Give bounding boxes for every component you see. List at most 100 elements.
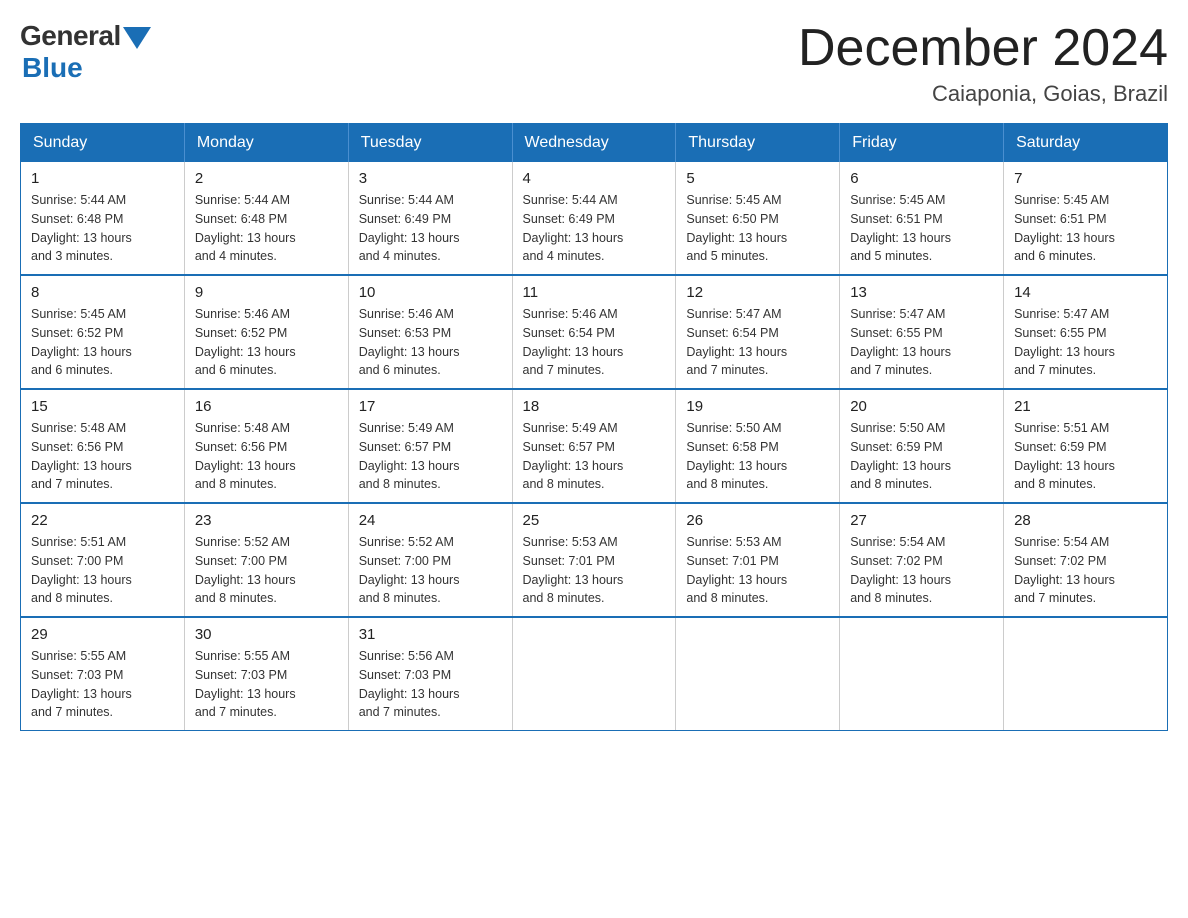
day-cell: 15 Sunrise: 5:48 AM Sunset: 6:56 PM Dayl… [21,389,185,503]
logo-triangle-icon [123,27,151,49]
day-cell: 25 Sunrise: 5:53 AM Sunset: 7:01 PM Dayl… [512,503,676,617]
day-number: 18 [523,398,666,415]
day-info: Sunrise: 5:54 AM Sunset: 7:02 PM Dayligh… [850,533,993,608]
day-cell: 19 Sunrise: 5:50 AM Sunset: 6:58 PM Dayl… [676,389,840,503]
day-info: Sunrise: 5:53 AM Sunset: 7:01 PM Dayligh… [523,533,666,608]
day-number: 3 [359,170,502,187]
day-number: 14 [1014,284,1157,301]
day-info: Sunrise: 5:51 AM Sunset: 6:59 PM Dayligh… [1014,419,1157,494]
calendar-location: Caiaponia, Goias, Brazil [798,81,1168,107]
day-info: Sunrise: 5:45 AM Sunset: 6:51 PM Dayligh… [1014,191,1157,266]
header-thursday: Thursday [676,124,840,163]
day-cell: 27 Sunrise: 5:54 AM Sunset: 7:02 PM Dayl… [840,503,1004,617]
day-info: Sunrise: 5:45 AM Sunset: 6:50 PM Dayligh… [686,191,829,266]
header-row: SundayMondayTuesdayWednesdayThursdayFrid… [21,124,1168,163]
day-cell: 24 Sunrise: 5:52 AM Sunset: 7:00 PM Dayl… [348,503,512,617]
header-monday: Monday [184,124,348,163]
logo-general-text: General [20,20,121,52]
day-number: 31 [359,626,502,643]
day-cell: 4 Sunrise: 5:44 AM Sunset: 6:49 PM Dayli… [512,162,676,275]
page-header: General Blue December 2024 Caiaponia, Go… [20,20,1168,107]
week-row-4: 22 Sunrise: 5:51 AM Sunset: 7:00 PM Dayl… [21,503,1168,617]
day-cell: 9 Sunrise: 5:46 AM Sunset: 6:52 PM Dayli… [184,275,348,389]
day-info: Sunrise: 5:49 AM Sunset: 6:57 PM Dayligh… [359,419,502,494]
day-number: 16 [195,398,338,415]
day-number: 1 [31,170,174,187]
day-cell: 22 Sunrise: 5:51 AM Sunset: 7:00 PM Dayl… [21,503,185,617]
day-cell: 11 Sunrise: 5:46 AM Sunset: 6:54 PM Dayl… [512,275,676,389]
day-cell: 6 Sunrise: 5:45 AM Sunset: 6:51 PM Dayli… [840,162,1004,275]
day-cell: 10 Sunrise: 5:46 AM Sunset: 6:53 PM Dayl… [348,275,512,389]
header-wednesday: Wednesday [512,124,676,163]
calendar-body: 1 Sunrise: 5:44 AM Sunset: 6:48 PM Dayli… [21,162,1168,731]
day-number: 25 [523,512,666,529]
day-cell: 28 Sunrise: 5:54 AM Sunset: 7:02 PM Dayl… [1004,503,1168,617]
day-info: Sunrise: 5:48 AM Sunset: 6:56 PM Dayligh… [31,419,174,494]
day-number: 12 [686,284,829,301]
logo: General Blue [20,20,151,84]
day-number: 21 [1014,398,1157,415]
day-number: 23 [195,512,338,529]
day-info: Sunrise: 5:45 AM Sunset: 6:51 PM Dayligh… [850,191,993,266]
day-cell [512,617,676,731]
day-cell: 8 Sunrise: 5:45 AM Sunset: 6:52 PM Dayli… [21,275,185,389]
day-cell: 29 Sunrise: 5:55 AM Sunset: 7:03 PM Dayl… [21,617,185,731]
day-number: 8 [31,284,174,301]
day-number: 2 [195,170,338,187]
day-info: Sunrise: 5:50 AM Sunset: 6:58 PM Dayligh… [686,419,829,494]
day-info: Sunrise: 5:56 AM Sunset: 7:03 PM Dayligh… [359,647,502,722]
day-number: 28 [1014,512,1157,529]
day-number: 11 [523,284,666,301]
header-friday: Friday [840,124,1004,163]
day-cell: 14 Sunrise: 5:47 AM Sunset: 6:55 PM Dayl… [1004,275,1168,389]
day-cell: 18 Sunrise: 5:49 AM Sunset: 6:57 PM Dayl… [512,389,676,503]
day-info: Sunrise: 5:54 AM Sunset: 7:02 PM Dayligh… [1014,533,1157,608]
day-cell: 16 Sunrise: 5:48 AM Sunset: 6:56 PM Dayl… [184,389,348,503]
day-number: 5 [686,170,829,187]
day-cell: 7 Sunrise: 5:45 AM Sunset: 6:51 PM Dayli… [1004,162,1168,275]
day-cell: 13 Sunrise: 5:47 AM Sunset: 6:55 PM Dayl… [840,275,1004,389]
day-cell: 12 Sunrise: 5:47 AM Sunset: 6:54 PM Dayl… [676,275,840,389]
day-info: Sunrise: 5:45 AM Sunset: 6:52 PM Dayligh… [31,305,174,380]
day-number: 26 [686,512,829,529]
day-info: Sunrise: 5:47 AM Sunset: 6:54 PM Dayligh… [686,305,829,380]
day-cell [840,617,1004,731]
calendar-table: SundayMondayTuesdayWednesdayThursdayFrid… [20,123,1168,731]
day-number: 15 [31,398,174,415]
day-cell: 3 Sunrise: 5:44 AM Sunset: 6:49 PM Dayli… [348,162,512,275]
header-sunday: Sunday [21,124,185,163]
day-number: 4 [523,170,666,187]
day-number: 24 [359,512,502,529]
day-info: Sunrise: 5:52 AM Sunset: 7:00 PM Dayligh… [359,533,502,608]
day-cell: 23 Sunrise: 5:52 AM Sunset: 7:00 PM Dayl… [184,503,348,617]
day-number: 6 [850,170,993,187]
day-info: Sunrise: 5:46 AM Sunset: 6:52 PM Dayligh… [195,305,338,380]
day-cell: 30 Sunrise: 5:55 AM Sunset: 7:03 PM Dayl… [184,617,348,731]
calendar-header: SundayMondayTuesdayWednesdayThursdayFrid… [21,124,1168,163]
day-info: Sunrise: 5:44 AM Sunset: 6:49 PM Dayligh… [359,191,502,266]
day-cell: 21 Sunrise: 5:51 AM Sunset: 6:59 PM Dayl… [1004,389,1168,503]
logo-blue-text: Blue [22,52,83,84]
day-info: Sunrise: 5:47 AM Sunset: 6:55 PM Dayligh… [850,305,993,380]
day-cell: 20 Sunrise: 5:50 AM Sunset: 6:59 PM Dayl… [840,389,1004,503]
day-info: Sunrise: 5:46 AM Sunset: 6:54 PM Dayligh… [523,305,666,380]
day-cell: 5 Sunrise: 5:45 AM Sunset: 6:50 PM Dayli… [676,162,840,275]
week-row-1: 1 Sunrise: 5:44 AM Sunset: 6:48 PM Dayli… [21,162,1168,275]
day-info: Sunrise: 5:51 AM Sunset: 7:00 PM Dayligh… [31,533,174,608]
logo-top: General [20,20,151,52]
day-info: Sunrise: 5:55 AM Sunset: 7:03 PM Dayligh… [195,647,338,722]
calendar-title: December 2024 [798,20,1168,77]
day-number: 20 [850,398,993,415]
day-cell: 2 Sunrise: 5:44 AM Sunset: 6:48 PM Dayli… [184,162,348,275]
day-info: Sunrise: 5:47 AM Sunset: 6:55 PM Dayligh… [1014,305,1157,380]
day-cell [1004,617,1168,731]
day-number: 9 [195,284,338,301]
day-info: Sunrise: 5:52 AM Sunset: 7:00 PM Dayligh… [195,533,338,608]
day-info: Sunrise: 5:44 AM Sunset: 6:48 PM Dayligh… [31,191,174,266]
header-tuesday: Tuesday [348,124,512,163]
day-info: Sunrise: 5:44 AM Sunset: 6:48 PM Dayligh… [195,191,338,266]
day-cell: 1 Sunrise: 5:44 AM Sunset: 6:48 PM Dayli… [21,162,185,275]
day-number: 22 [31,512,174,529]
header-saturday: Saturday [1004,124,1168,163]
day-info: Sunrise: 5:44 AM Sunset: 6:49 PM Dayligh… [523,191,666,266]
